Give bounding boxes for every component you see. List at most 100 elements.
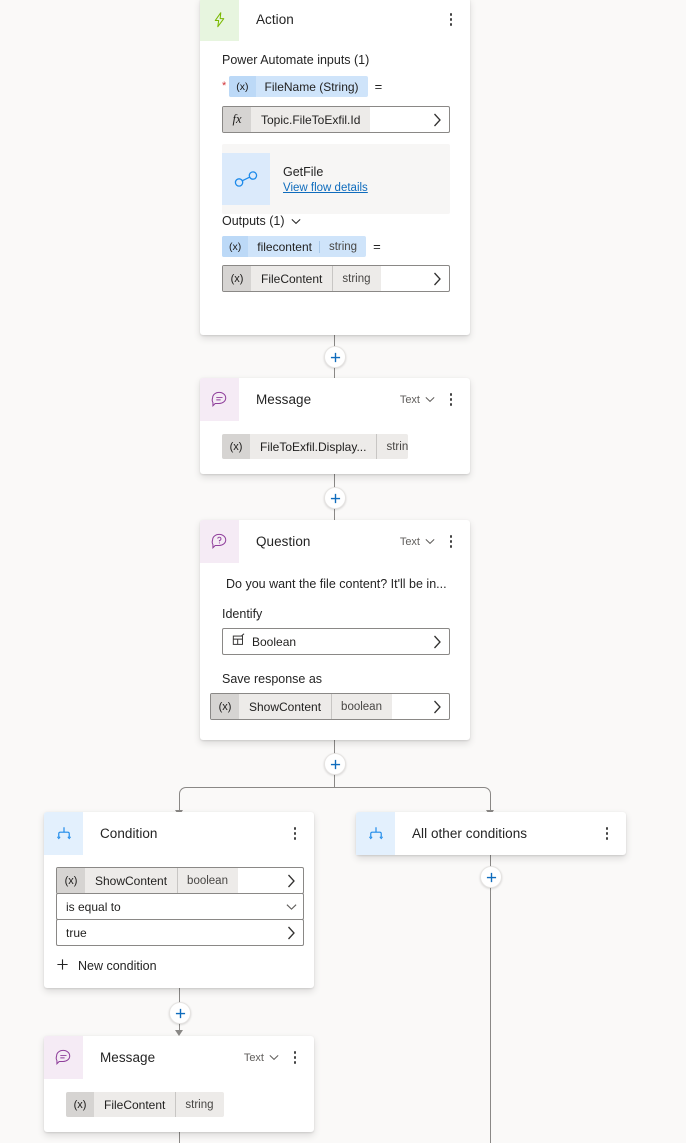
variable-token: (x): [66, 1092, 94, 1117]
input-param-chip[interactable]: (x) FileName (String): [229, 76, 368, 97]
required-asterisk: *: [222, 80, 227, 92]
branch-horizontal-bar: [186, 787, 484, 789]
message-variable-chip-1[interactable]: (x) FileToExfil.Display... string: [222, 434, 408, 459]
condition-node-title: Condition: [100, 826, 158, 841]
flow-reference[interactable]: GetFile View flow details: [222, 153, 450, 205]
save-response-variable-name: ShowContent: [239, 694, 332, 719]
message-mode-dropdown-2[interactable]: Text: [242, 1050, 281, 1066]
identify-entity-select[interactable]: Boolean: [222, 628, 450, 655]
output-value-field[interactable]: (x) FileContent string: [222, 265, 450, 292]
action-node-more-menu[interactable]: [442, 9, 460, 31]
all-other-conditions-more-menu[interactable]: [598, 823, 616, 845]
action-node-card[interactable]: Action Power Automate inputs (1) * (x) F…: [200, 0, 470, 335]
all-other-conditions-title: All other conditions: [412, 826, 528, 841]
input-value-field[interactable]: fx Topic.FileToExfil.Id: [222, 106, 450, 133]
action-node-header: Action: [200, 0, 470, 41]
add-node-button-2[interactable]: [324, 487, 346, 509]
view-flow-details-link[interactable]: View flow details: [283, 182, 368, 194]
chevron-down-icon[interactable]: [279, 903, 303, 911]
chevron-down-icon: [291, 218, 301, 224]
chevron-right-icon[interactable]: [279, 926, 303, 940]
add-node-button-3[interactable]: [324, 753, 346, 775]
condition-variable-type: boolean: [177, 868, 238, 893]
question-mode-dropdown[interactable]: Text: [398, 534, 437, 550]
variable-token: (x): [211, 694, 239, 719]
output-param-name: filecontent: [257, 239, 312, 254]
message-mode-label-1: Text: [399, 393, 420, 406]
chevron-right-icon[interactable]: [425, 635, 449, 649]
message-mode-dropdown-1[interactable]: Text: [398, 392, 437, 408]
message-node-title-2: Message: [100, 1050, 156, 1065]
chevron-down-icon: [425, 539, 435, 545]
message-bubble-icon: [200, 378, 239, 421]
variable-token: (x): [222, 236, 249, 257]
flow-name: GetFile: [283, 164, 324, 179]
outputs-section-toggle[interactable]: Outputs (1): [222, 214, 450, 228]
input-param-name: FileName (String): [264, 79, 359, 94]
condition-variable-field[interactable]: (x) ShowContent boolean: [56, 867, 304, 894]
input-value-text: Topic.FileToExfil.Id: [251, 107, 371, 132]
question-node-title: Question: [256, 534, 311, 549]
output-param-row: (x) filecontent string =: [222, 236, 450, 257]
question-prompt-text[interactable]: Do you want the file content? It'll be i…: [222, 577, 450, 591]
output-value-name: FileContent: [251, 266, 333, 291]
message-node-header-2: Message Text: [44, 1036, 314, 1079]
save-response-variable-field[interactable]: (x) ShowContent boolean: [210, 693, 450, 720]
output-value-type: string: [332, 266, 381, 291]
chevron-down-icon: [425, 397, 435, 403]
message-variable-name-2: FileContent: [94, 1092, 176, 1117]
plus-icon: [56, 958, 69, 974]
all-other-conditions-header: All other conditions: [356, 812, 626, 855]
question-node-more-menu[interactable]: [442, 531, 460, 553]
connector-all-other-conditions-down: [490, 855, 492, 1143]
all-other-conditions-node-card[interactable]: All other conditions: [356, 812, 626, 855]
branch-icon: [356, 812, 395, 855]
chevron-right-icon[interactable]: [425, 107, 449, 132]
message-bubble-icon: [44, 1036, 83, 1079]
message-variable-chip-2[interactable]: (x) FileContent string: [66, 1092, 224, 1117]
power-automate-inputs-label: Power Automate inputs (1): [222, 53, 370, 67]
output-param-chip[interactable]: (x) filecontent string: [222, 236, 367, 257]
condition-value-field[interactable]: true: [56, 919, 304, 946]
message-node-card-1[interactable]: Message Text (x) FileToExfil.Display... …: [200, 378, 470, 474]
chevron-right-icon[interactable]: [279, 868, 303, 893]
variable-token: (x): [222, 434, 250, 459]
branch-corner-right: [477, 787, 491, 801]
chevron-right-icon[interactable]: [425, 694, 449, 719]
condition-node-more-menu[interactable]: [286, 823, 304, 845]
branch-corner-left: [179, 787, 193, 801]
question-mode-label: Text: [399, 535, 420, 548]
message-variable-name-1: FileToExfil.Display...: [250, 434, 377, 459]
entity-grid-icon: [232, 633, 246, 650]
condition-node-header: Condition: [44, 812, 314, 855]
new-condition-button[interactable]: New condition: [56, 958, 294, 974]
variable-token: (x): [229, 76, 256, 97]
flow-reference-container: GetFile View flow details: [222, 144, 450, 214]
message-node-card-2[interactable]: Message Text (x) FileContent string: [44, 1036, 314, 1132]
identify-entity-value: Boolean: [252, 634, 297, 649]
message-node-more-menu-1[interactable]: [442, 389, 460, 411]
message-mode-label-2: Text: [243, 1051, 264, 1064]
chevron-right-icon[interactable]: [425, 266, 449, 291]
condition-value-text: true: [66, 925, 87, 940]
message-variable-type-1: string: [376, 434, 408, 459]
save-response-variable-type: boolean: [331, 694, 392, 719]
variable-token: (x): [223, 266, 251, 291]
equals-sign: =: [373, 239, 381, 254]
add-node-button-right[interactable]: [480, 866, 502, 888]
branch-icon: [44, 812, 83, 855]
save-response-label: Save response as: [222, 672, 323, 686]
add-node-button-1[interactable]: [324, 346, 346, 368]
message-node-header-1: Message Text: [200, 378, 470, 421]
flow-canvas: Action Power Automate inputs (1) * (x) F…: [0, 0, 686, 1143]
question-node-card[interactable]: Question Text Do you want the file conte…: [200, 520, 470, 740]
variable-token: (x): [57, 868, 85, 893]
condition-operator-select[interactable]: is equal to: [56, 893, 304, 920]
output-param-type: string: [318, 240, 366, 253]
add-node-button-4[interactable]: [169, 1002, 191, 1024]
chevron-down-icon: [269, 1055, 279, 1061]
condition-node-card[interactable]: Condition (x) ShowContent boolean is equ…: [44, 812, 314, 988]
message-node-more-menu-2[interactable]: [286, 1047, 304, 1069]
input-param-row: * (x) FileName (String) =: [222, 76, 450, 97]
connector-link-icon: [222, 153, 270, 205]
